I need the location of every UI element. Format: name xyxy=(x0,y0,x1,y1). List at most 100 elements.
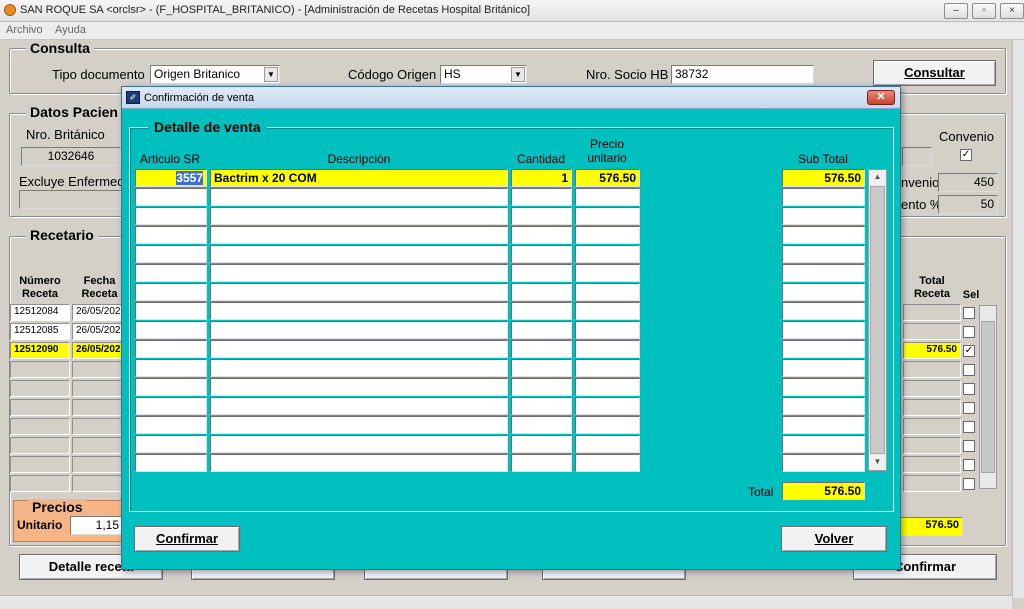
detalle-empty-cell[interactable] xyxy=(511,359,572,377)
detalle-empty-cell[interactable] xyxy=(782,416,865,434)
receta-numero[interactable]: 12512084 xyxy=(10,304,70,321)
receta-sel-checkbox[interactable] xyxy=(963,402,975,414)
detalle-empty-cell[interactable] xyxy=(575,454,640,472)
detalle-empty-cell[interactable] xyxy=(511,226,572,244)
descripcion-cell[interactable]: Bactrim x 20 COM xyxy=(210,169,508,187)
window-hscrollbar[interactable] xyxy=(0,595,1012,609)
detalle-empty-cell[interactable] xyxy=(782,397,865,415)
chevron-down-icon[interactable]: ▼ xyxy=(511,67,525,82)
detalle-empty-cell[interactable] xyxy=(575,226,640,244)
detalle-empty-cell[interactable] xyxy=(135,188,207,206)
receta-sel-checkbox[interactable] xyxy=(963,478,975,490)
detalle-empty-cell[interactable] xyxy=(210,397,508,415)
dialog-close-button[interactable]: ✕ xyxy=(867,90,895,105)
detalle-empty-cell[interactable] xyxy=(511,416,572,434)
detalle-empty-cell[interactable] xyxy=(210,359,508,377)
detalle-empty-cell[interactable] xyxy=(210,321,508,339)
precio-unitario-cell[interactable]: 576.50 xyxy=(575,169,640,187)
detalle-empty-cell[interactable] xyxy=(511,321,572,339)
detalle-empty-cell[interactable] xyxy=(210,378,508,396)
cantidad-cell[interactable]: 1 xyxy=(511,169,572,187)
detalle-empty-cell[interactable] xyxy=(135,226,207,244)
detalle-empty-cell[interactable] xyxy=(135,321,207,339)
detalle-empty-cell[interactable] xyxy=(782,283,865,301)
detalle-empty-cell[interactable] xyxy=(575,264,640,282)
detalle-empty-cell[interactable] xyxy=(511,245,572,263)
detalle-empty-cell[interactable] xyxy=(210,188,508,206)
receta-sel-checkbox[interactable] xyxy=(963,326,975,338)
receta-sel-checkbox[interactable] xyxy=(963,440,975,452)
detalle-empty-cell[interactable] xyxy=(575,321,640,339)
detalle-empty-cell[interactable] xyxy=(575,359,640,377)
detalle-empty-cell[interactable] xyxy=(511,397,572,415)
receta-sel-checkbox[interactable]: ✓ xyxy=(963,345,975,357)
detalle-empty-cell[interactable] xyxy=(511,435,572,453)
detalle-empty-cell[interactable] xyxy=(210,207,508,225)
sub-total-cell[interactable]: 576.50 xyxy=(782,169,865,187)
convenio-checkbox[interactable]: ✓ xyxy=(960,149,972,161)
detalle-empty-cell[interactable] xyxy=(782,454,865,472)
detalle-empty-cell[interactable] xyxy=(135,264,207,282)
detalle-empty-cell[interactable] xyxy=(210,245,508,263)
detalle-empty-cell[interactable] xyxy=(135,435,207,453)
detalle-empty-cell[interactable] xyxy=(511,454,572,472)
receta-fecha[interactable]: 26/05/202 xyxy=(72,342,122,359)
receta-sel-checkbox[interactable] xyxy=(963,459,975,471)
detalle-empty-cell[interactable] xyxy=(575,397,640,415)
detalle-empty-cell[interactable] xyxy=(782,340,865,358)
detalle-empty-cell[interactable] xyxy=(575,188,640,206)
detalle-empty-cell[interactable] xyxy=(135,359,207,377)
detalle-scrollbar[interactable]: ▲ ▼ xyxy=(868,169,887,471)
minimize-button[interactable]: – xyxy=(944,3,968,19)
detalle-empty-cell[interactable] xyxy=(210,302,508,320)
receta-fecha[interactable]: 26/05/202 xyxy=(72,304,122,321)
nro-socio-input[interactable]: 38732 xyxy=(671,65,814,84)
detalle-empty-cell[interactable] xyxy=(210,283,508,301)
detalle-empty-cell[interactable] xyxy=(210,340,508,358)
detalle-empty-cell[interactable] xyxy=(511,340,572,358)
close-button[interactable]: × xyxy=(1000,3,1024,19)
detalle-empty-cell[interactable] xyxy=(511,378,572,396)
detalle-empty-cell[interactable] xyxy=(782,435,865,453)
detalle-empty-cell[interactable] xyxy=(210,226,508,244)
detalle-empty-cell[interactable] xyxy=(135,283,207,301)
detalle-empty-cell[interactable] xyxy=(135,454,207,472)
detalle-empty-cell[interactable] xyxy=(575,435,640,453)
detalle-empty-cell[interactable] xyxy=(575,245,640,263)
consultar-button[interactable]: Consultar xyxy=(873,60,996,86)
detalle-empty-cell[interactable] xyxy=(511,207,572,225)
receta-fecha[interactable]: 26/05/202 xyxy=(72,323,122,340)
detalle-empty-cell[interactable] xyxy=(782,245,865,263)
detalle-empty-cell[interactable] xyxy=(782,378,865,396)
detalle-empty-cell[interactable] xyxy=(511,283,572,301)
receta-sel-checkbox[interactable] xyxy=(963,383,975,395)
detalle-empty-cell[interactable] xyxy=(135,416,207,434)
restore-button[interactable]: ▫ xyxy=(972,3,996,19)
detalle-empty-cell[interactable] xyxy=(511,188,572,206)
detalle-empty-cell[interactable] xyxy=(575,302,640,320)
detalle-empty-cell[interactable] xyxy=(511,264,572,282)
volver-button[interactable]: Volver xyxy=(781,526,887,552)
detalle-empty-cell[interactable] xyxy=(210,435,508,453)
detalle-empty-cell[interactable] xyxy=(782,359,865,377)
detalle-empty-cell[interactable] xyxy=(575,283,640,301)
receta-numero[interactable]: 12512090 xyxy=(10,342,70,359)
articulo-sr-cell[interactable]: 3557 xyxy=(135,169,207,187)
chevron-down-icon[interactable]: ▼ xyxy=(264,67,278,82)
detalle-empty-cell[interactable] xyxy=(135,397,207,415)
receta-sel-checkbox[interactable] xyxy=(963,421,975,433)
detalle-empty-cell[interactable] xyxy=(135,340,207,358)
window-scrollbar[interactable] xyxy=(1012,40,1024,598)
detalle-empty-cell[interactable] xyxy=(575,207,640,225)
detalle-empty-cell[interactable] xyxy=(782,321,865,339)
detalle-empty-cell[interactable] xyxy=(575,340,640,358)
scroll-down-icon[interactable]: ▼ xyxy=(869,455,886,470)
detalle-empty-cell[interactable] xyxy=(782,226,865,244)
detalle-empty-cell[interactable] xyxy=(210,416,508,434)
detalle-empty-cell[interactable] xyxy=(135,245,207,263)
detalle-empty-cell[interactable] xyxy=(135,378,207,396)
recetario-scrollbar[interactable] xyxy=(979,305,997,489)
detalle-empty-cell[interactable] xyxy=(575,416,640,434)
receta-numero[interactable]: 12512085 xyxy=(10,323,70,340)
receta-sel-checkbox[interactable] xyxy=(963,307,975,319)
